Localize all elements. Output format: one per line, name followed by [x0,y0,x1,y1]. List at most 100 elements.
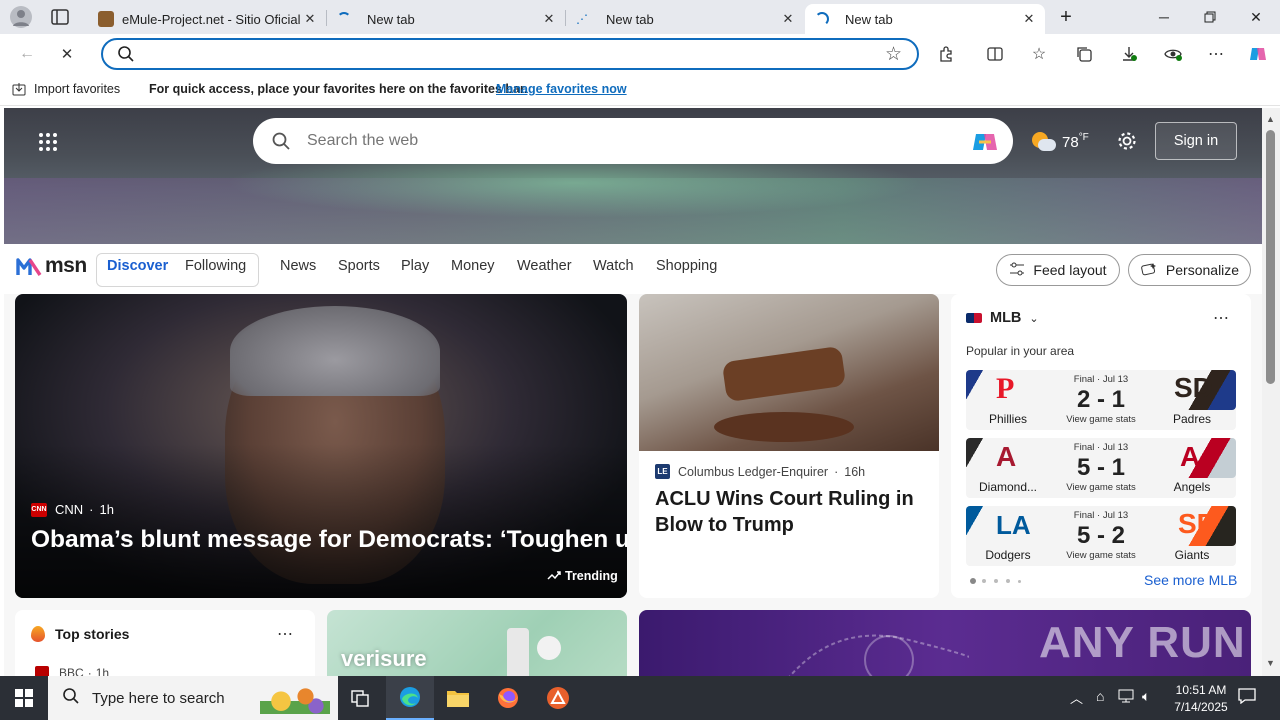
source-name: Columbus Ledger-Enquirer [678,464,829,479]
tab-new-2[interactable]: ⋰ New tab ✕ [566,4,804,34]
clock-date[interactable]: 7/14/2025 [1166,700,1236,714]
clock-time[interactable]: 10:51 AM [1166,683,1236,697]
nav-money[interactable]: Money [451,258,495,274]
away-team: Giants [1174,548,1210,562]
tab-new-1[interactable]: New tab ✕ [327,4,565,34]
import-favorites-button[interactable]: Import favorites [34,82,120,96]
verisure-ad-card[interactable]: verisure [327,610,627,676]
settings-gear-icon[interactable] [1116,130,1138,152]
add-favorite-star-icon[interactable]: ☆ [885,43,902,66]
page-scrollbar[interactable]: ▲ ▼ [1262,108,1280,676]
back-icon[interactable]: ← [12,40,42,68]
cnn-logo-icon: CNN [31,502,47,517]
web-search-input[interactable] [307,130,947,152]
close-tab-icon[interactable]: ✕ [780,11,796,27]
restore-button[interactable] [1187,0,1233,34]
notifications-icon[interactable] [1238,688,1256,709]
carousel-dots[interactable] [970,578,1021,584]
profile-icon[interactable] [10,6,32,28]
task-view-icon[interactable] [336,676,384,720]
mlb-subtitle: Popular in your area [966,344,1075,358]
minimize-button[interactable]: ─ [1141,0,1187,34]
more-options-icon[interactable]: ⋯ [277,624,293,644]
windows-start-icon[interactable] [0,676,48,720]
taskbar-search-box[interactable]: Type here to search [48,676,338,720]
game-status: Final · Jul 13 [1073,510,1129,521]
anyrun-ad-card[interactable]: ANY RUN [639,610,1251,676]
scroll-down-icon[interactable]: ▼ [1266,658,1275,668]
game-row[interactable]: LA Dodgers Final · Jul 13 5 - 2 View gam… [966,506,1236,566]
feed-layout-button[interactable]: Feed layout [996,254,1120,286]
browser-essentials-icon[interactable] [1158,40,1188,68]
edge-taskbar-icon[interactable] [386,676,434,720]
view-game-stats-link[interactable]: View game stats [1056,550,1146,561]
second-story-headline[interactable]: ACLU Wins Court Ruling in Blow to Trump [655,486,925,538]
msn-logo[interactable]: msn [16,254,87,278]
collections-icon[interactable] [1069,40,1099,68]
favorites-icon[interactable]: ☆ [1024,40,1054,68]
msn-logo-text: msn [45,254,87,277]
close-tab-icon[interactable]: ✕ [302,11,318,27]
personalize-button[interactable]: Personalize [1128,254,1251,286]
nav-news[interactable]: News [280,258,316,274]
more-options-icon[interactable]: ⋯ [1201,40,1231,68]
file-explorer-icon[interactable] [434,676,482,720]
tab-discover[interactable]: Discover [107,258,168,274]
more-options-icon[interactable]: ⋯ [1213,308,1229,328]
network-icon[interactable] [1118,688,1134,709]
msn-butterfly-icon [16,258,42,276]
close-window-button[interactable]: ✕ [1233,0,1279,34]
story-age: 16h [844,464,866,479]
app-taskbar-icon[interactable] [534,676,582,720]
mlb-logo-icon [966,313,982,323]
nav-shopping[interactable]: Shopping [656,258,717,274]
game-row[interactable]: P Phillies Final · Jul 13 2 - 1 View gam… [966,370,1236,430]
address-input[interactable] [143,43,863,65]
mlb-header[interactable]: MLB ⌄ [966,310,1039,326]
diamondbacks-logo: A [966,438,1038,478]
stop-loading-icon[interactable]: ✕ [52,40,82,68]
firefox-icon[interactable] [484,676,532,720]
emule-favicon [98,11,114,27]
split-screen-icon[interactable] [980,40,1010,68]
tab-actions-icon[interactable] [50,8,70,26]
extensions-icon[interactable] [932,40,962,68]
personalize-label: Personalize [1165,262,1240,278]
new-tab-button[interactable]: + [1054,6,1078,28]
tab-emule[interactable]: eMule-Project.net - Sitio Oficial d ✕ [88,4,326,34]
second-story-card[interactable]: LE Columbus Ledger-Enquirer · 16h ACLU W… [639,294,939,598]
nav-watch[interactable]: Watch [593,258,634,274]
second-story-source: LE Columbus Ledger-Enquirer · 16h [655,464,865,479]
sign-in-button[interactable]: Sign in [1155,122,1237,160]
close-tab-icon[interactable]: ✕ [1021,11,1037,27]
downloads-icon[interactable] [1114,40,1144,68]
nav-weather[interactable]: Weather [517,258,572,274]
scroll-up-icon[interactable]: ▲ [1266,114,1275,124]
device-icon[interactable]: ⌂ [1096,688,1104,704]
tab-new-active[interactable]: New tab ✕ [805,4,1045,34]
scrollbar-thumb[interactable] [1266,130,1275,384]
tab-following[interactable]: Following [185,258,246,274]
nav-sports[interactable]: Sports [338,258,380,274]
web-search-box[interactable] [253,118,1013,164]
address-bar[interactable]: ☆ [101,38,919,70]
view-game-stats-link[interactable]: View game stats [1056,414,1146,425]
close-tab-icon[interactable]: ✕ [541,11,557,27]
see-more-mlb-link[interactable]: See more MLB [1144,572,1237,588]
manage-favorites-link[interactable]: Manage favorites now [496,82,627,96]
volume-icon[interactable]: 🔈︎ [1142,688,1150,705]
show-hidden-icons[interactable]: ︿ [1070,688,1083,707]
weather-widget[interactable]: 78 °F [1030,130,1089,154]
browser-tab-strip: eMule-Project.net - Sitio Oficial d ✕ Ne… [0,0,1280,34]
copilot-icon[interactable] [1243,40,1273,68]
nav-play[interactable]: Play [401,258,429,274]
view-game-stats-link[interactable]: View game stats [1056,482,1146,493]
copilot-icon[interactable] [971,128,999,161]
loading-icon: ⋰ [576,12,588,26]
main-story-card[interactable]: CNN CNN · 1h Obama’s blunt message for D… [15,294,627,598]
top-stories-header[interactable]: Top stories [31,626,129,642]
apps-launcher-icon[interactable] [38,132,58,152]
game-row[interactable]: A Diamond... Final · Jul 13 5 - 1 View g… [966,438,1236,498]
feed-layout-label: Feed layout [1033,262,1107,278]
main-story-headline[interactable]: Obama’s blunt message for Democrats: ‘To… [31,526,627,554]
